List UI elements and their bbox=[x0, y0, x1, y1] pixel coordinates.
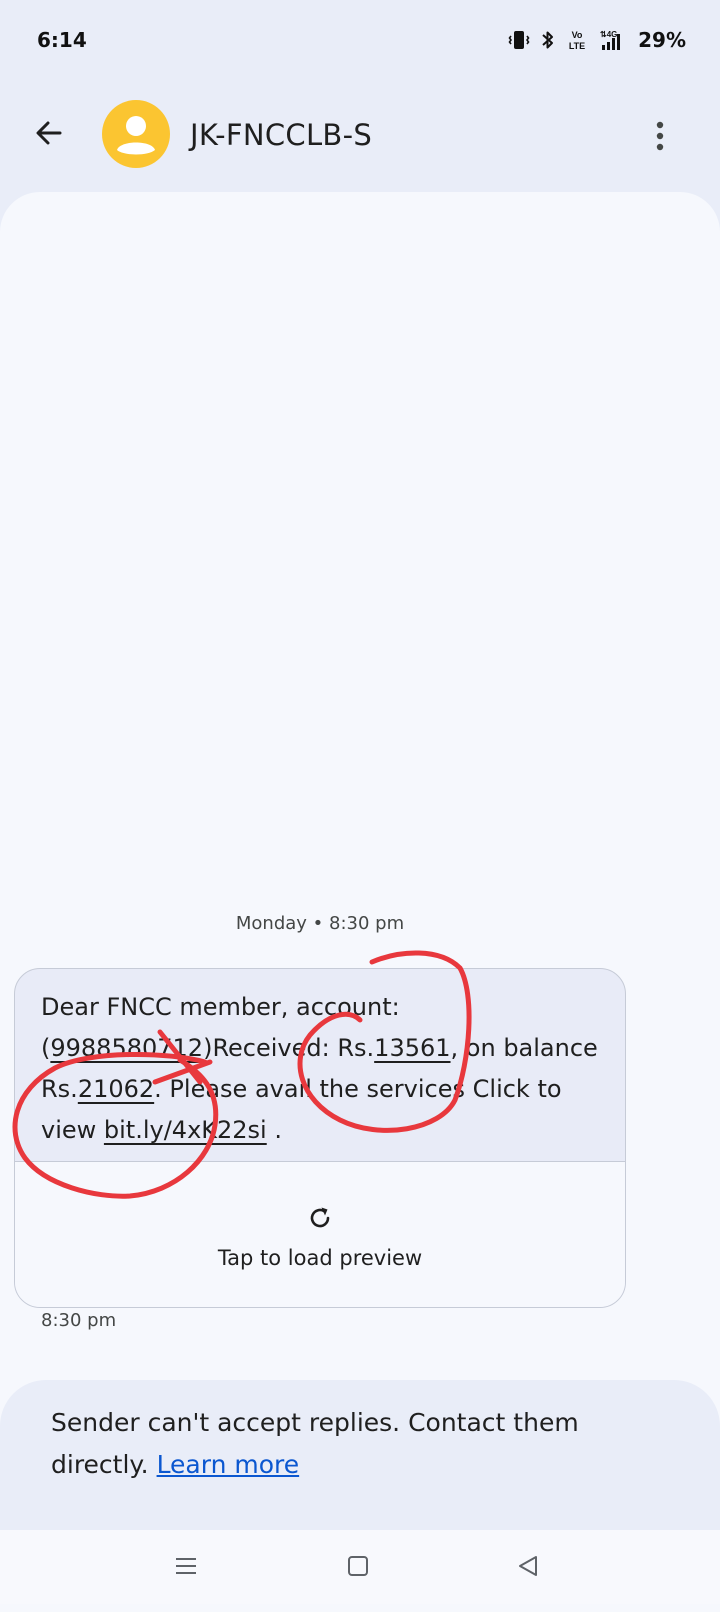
message-text-segment: . bbox=[266, 1116, 282, 1144]
reply-text: Sender can't accept replies. Contact the… bbox=[51, 1402, 651, 1486]
link-preview-card[interactable]: Tap to load preview bbox=[15, 1161, 625, 1307]
status-icons: Vo LTE ⇅4G 29% bbox=[508, 26, 686, 54]
home-icon bbox=[348, 1556, 368, 1576]
more-options-button[interactable] bbox=[640, 114, 680, 158]
reply-notice: Sender can't accept replies. Contact the… bbox=[51, 1408, 579, 1479]
bluetooth-icon bbox=[540, 28, 556, 52]
svg-text:⇅4G: ⇅4G bbox=[600, 30, 617, 39]
status-bar: 6:14 Vo LTE ⇅4G 29% bbox=[0, 0, 720, 80]
back-button[interactable] bbox=[28, 112, 70, 154]
nav-back-button[interactable] bbox=[508, 1550, 548, 1582]
message-link-segment[interactable]: 13561 bbox=[374, 1034, 450, 1062]
vibrate-icon bbox=[508, 28, 530, 52]
learn-more-link[interactable]: Learn more bbox=[157, 1450, 300, 1479]
more-vert-icon bbox=[656, 121, 664, 151]
back-arrow-icon bbox=[36, 121, 62, 145]
recents-icon bbox=[176, 1558, 196, 1574]
avatar[interactable] bbox=[102, 100, 170, 168]
person-icon bbox=[117, 116, 155, 155]
date-divider: Monday • 8:30 pm bbox=[235, 913, 405, 934]
recents-button[interactable] bbox=[166, 1550, 206, 1582]
message-link-segment[interactable]: 9988580712 bbox=[50, 1034, 203, 1062]
status-time: 6:14 bbox=[37, 28, 87, 52]
svg-text:Vo: Vo bbox=[572, 30, 583, 40]
back-triangle-icon bbox=[519, 1556, 537, 1576]
message-bubble[interactable]: Dear FNCC member, account: (9988580712)R… bbox=[14, 968, 626, 1308]
message-time: 8:30 pm bbox=[41, 1310, 117, 1331]
conversation-header: JK-FNCCLB-S bbox=[0, 90, 720, 186]
signal-4g-icon: ⇅4G bbox=[598, 28, 626, 52]
message-link-segment[interactable]: bit.ly/4xK22si bbox=[104, 1116, 267, 1144]
message-text-segment: )Received: Rs. bbox=[203, 1034, 375, 1062]
message-text: Dear FNCC member, account: (9988580712)R… bbox=[41, 987, 601, 1151]
svg-text:LTE: LTE bbox=[569, 41, 585, 51]
message-link-segment[interactable]: 21062 bbox=[78, 1075, 154, 1103]
home-button[interactable] bbox=[338, 1550, 378, 1582]
refresh-icon bbox=[310, 1207, 330, 1228]
preview-label: Tap to load preview bbox=[217, 1246, 423, 1270]
reply-banner: Sender can't accept replies. Contact the… bbox=[0, 1380, 720, 1530]
system-nav-bar bbox=[0, 1530, 720, 1604]
battery-percent: 29% bbox=[638, 28, 686, 52]
contact-name[interactable]: JK-FNCCLB-S bbox=[190, 118, 372, 152]
volte-icon: Vo LTE bbox=[566, 28, 588, 52]
